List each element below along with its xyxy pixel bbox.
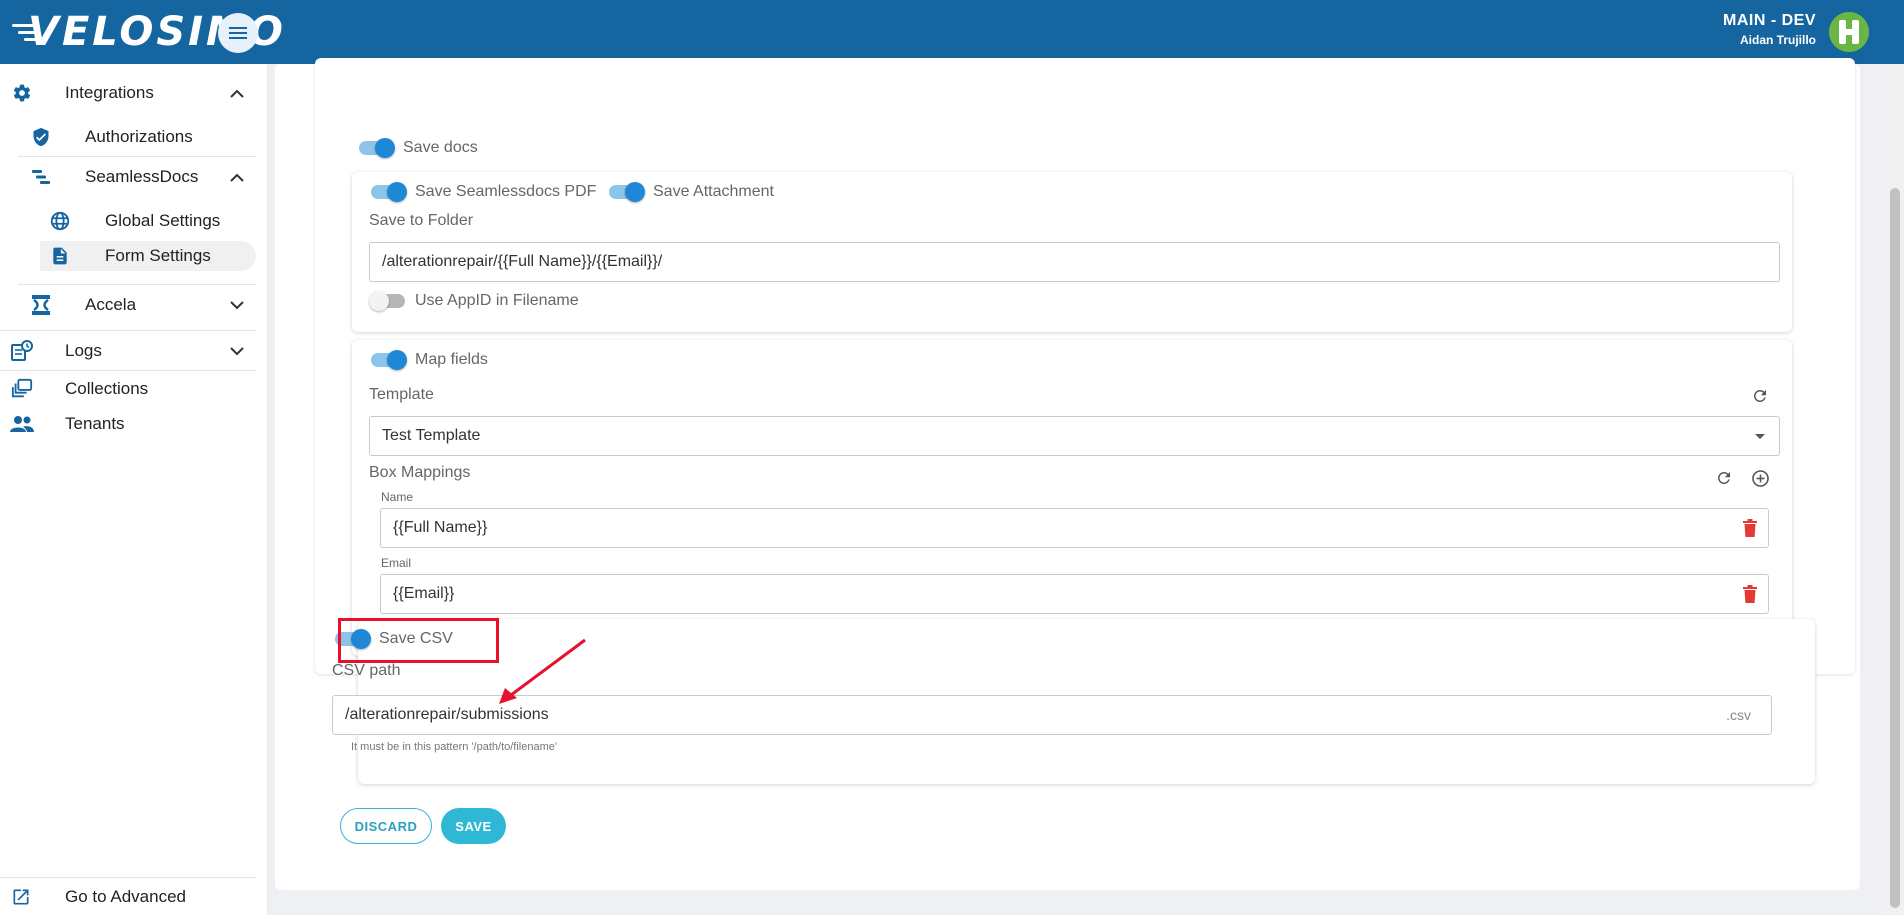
add-mapping-button[interactable] (1748, 466, 1772, 490)
sidebar: Integrations Authorizations SeamlessDocs… (0, 64, 268, 915)
discard-button[interactable]: DISCARD (340, 808, 432, 844)
save-button[interactable]: SAVE (441, 808, 506, 844)
user-name: Aidan Trujillo (1739, 33, 1816, 47)
user-avatar[interactable] (1829, 12, 1869, 52)
sidebar-item-authorizations[interactable]: Authorizations (0, 122, 256, 152)
mapping-label-email: Email (381, 556, 412, 570)
save-to-folder-label: Save to Folder (369, 212, 474, 229)
save-attachment-toggle[interactable] (607, 182, 645, 202)
csv-path-hint: It must be in this pattern '/path/to/fil… (351, 741, 557, 753)
avatar-logo-icon (1829, 12, 1869, 52)
template-selected-value: Test Template (382, 427, 481, 444)
scrollbar-thumb[interactable] (1890, 188, 1900, 908)
csv-path-label: CSV path (332, 662, 401, 679)
sidebar-item-label: Go to Advanced (65, 887, 186, 906)
dropdown-arrow-icon (1755, 434, 1765, 439)
add-circle-icon (1751, 469, 1769, 487)
sidebar-item-collections[interactable]: Collections (0, 374, 256, 404)
people-icon (10, 414, 34, 434)
sidebar-item-label: Integrations (65, 83, 154, 102)
delete-mapping-name-button[interactable] (1738, 516, 1762, 540)
logs-icon (10, 340, 34, 362)
highlight-box (338, 618, 499, 663)
save-attachment-label: Save Attachment (653, 183, 774, 200)
sidebar-item-label: Accela (85, 295, 137, 314)
save-to-folder-input[interactable]: /alterationrepair/{{Full Name}}/{{Email}… (369, 242, 1780, 282)
go-to-advanced-link[interactable]: Go to Advanced (0, 882, 256, 912)
trash-icon (1743, 519, 1757, 537)
mapping-input-email[interactable]: {{Email}} (380, 574, 1769, 614)
mapping-input-name[interactable]: {{Full Name}} (380, 508, 1769, 548)
save-seamlessdocs-pdf-label: Save Seamlessdocs PDF (415, 183, 597, 200)
mapping-label-name: Name (381, 490, 414, 504)
globe-icon (49, 210, 71, 232)
shield-check-icon (31, 126, 51, 148)
divider (18, 156, 256, 157)
main-content-card: Save docs Save Seamlessdocs PDF Save Att… (275, 58, 1860, 890)
trash-icon (1743, 585, 1757, 603)
divider (0, 877, 256, 878)
chevron-down-icon (230, 341, 244, 361)
save-seamlessdocs-pdf-toggle[interactable] (369, 182, 407, 202)
delete-mapping-email-button[interactable] (1738, 582, 1762, 606)
use-appid-toggle[interactable] (369, 291, 407, 311)
collections-icon (11, 378, 33, 400)
environment-info[interactable]: MAIN - DEV Aidan Trujillo (1723, 12, 1816, 47)
divider (0, 370, 256, 371)
chevron-down-icon (230, 295, 244, 315)
hamburger-icon (229, 27, 247, 39)
menu-toggle-button[interactable] (218, 13, 258, 53)
chevron-up-icon (230, 83, 244, 103)
sidebar-item-label: Form Settings (105, 246, 211, 265)
map-fields-toggle[interactable] (369, 350, 407, 370)
save-docs-section: Save docs Save Seamlessdocs PDF Save Att… (315, 58, 1855, 674)
template-select[interactable]: Test Template (369, 416, 1780, 456)
sidebar-item-label: Tenants (65, 414, 125, 433)
accela-icon (31, 294, 51, 316)
save-docs-label: Save docs (403, 139, 478, 156)
csv-suffix: .csv (1726, 707, 1751, 723)
sidebar-item-tenants[interactable]: Tenants (0, 409, 256, 439)
map-fields-label: Map fields (415, 351, 488, 368)
document-icon (50, 245, 70, 267)
use-appid-label: Use AppID in Filename (415, 292, 579, 309)
annotation-arrow (499, 638, 586, 704)
divider (18, 284, 256, 285)
box-mappings-label: Box Mappings (369, 464, 471, 481)
sidebar-item-integrations[interactable]: Integrations (0, 76, 256, 110)
sidebar-item-label: Global Settings (105, 211, 221, 230)
template-label: Template (369, 386, 434, 403)
refresh-mappings-button[interactable] (1712, 466, 1736, 490)
external-link-icon (11, 887, 31, 907)
sidebar-item-global-settings[interactable]: Global Settings (40, 206, 256, 236)
sidebar-item-label: Authorizations (85, 127, 193, 146)
sidebar-item-label: Logs (65, 341, 102, 360)
refresh-icon (1753, 390, 1766, 402)
sidebar-item-logs[interactable]: Logs (0, 334, 256, 368)
csv-path-value: /alterationrepair/submissions (345, 706, 549, 723)
sidebar-item-label: SeamlessDocs (85, 167, 199, 186)
divider (0, 330, 256, 331)
chevron-up-icon (230, 167, 244, 187)
save-folder-section: Save Seamlessdocs PDF Save Attachment Sa… (352, 172, 1792, 332)
map-fields-section: Map fields Template Test Template Box Ma… (352, 340, 1792, 656)
sidebar-item-seamlessdocs[interactable]: SeamlessDocs (0, 160, 256, 194)
refresh-icon (1717, 472, 1730, 484)
gear-icon (12, 83, 32, 103)
refresh-template-button[interactable] (1748, 384, 1772, 408)
sidebar-item-form-settings[interactable]: Form Settings (40, 241, 256, 271)
sidebar-item-label: Collections (65, 379, 149, 398)
sidebar-item-accela[interactable]: Accela (0, 288, 256, 322)
environment-name: MAIN - DEV (1723, 12, 1816, 29)
seamlessdocs-icon (31, 167, 51, 187)
save-docs-toggle[interactable] (357, 138, 395, 158)
top-bar: VELOSIMO MAIN - DEV Aidan Trujillo (0, 0, 1904, 64)
